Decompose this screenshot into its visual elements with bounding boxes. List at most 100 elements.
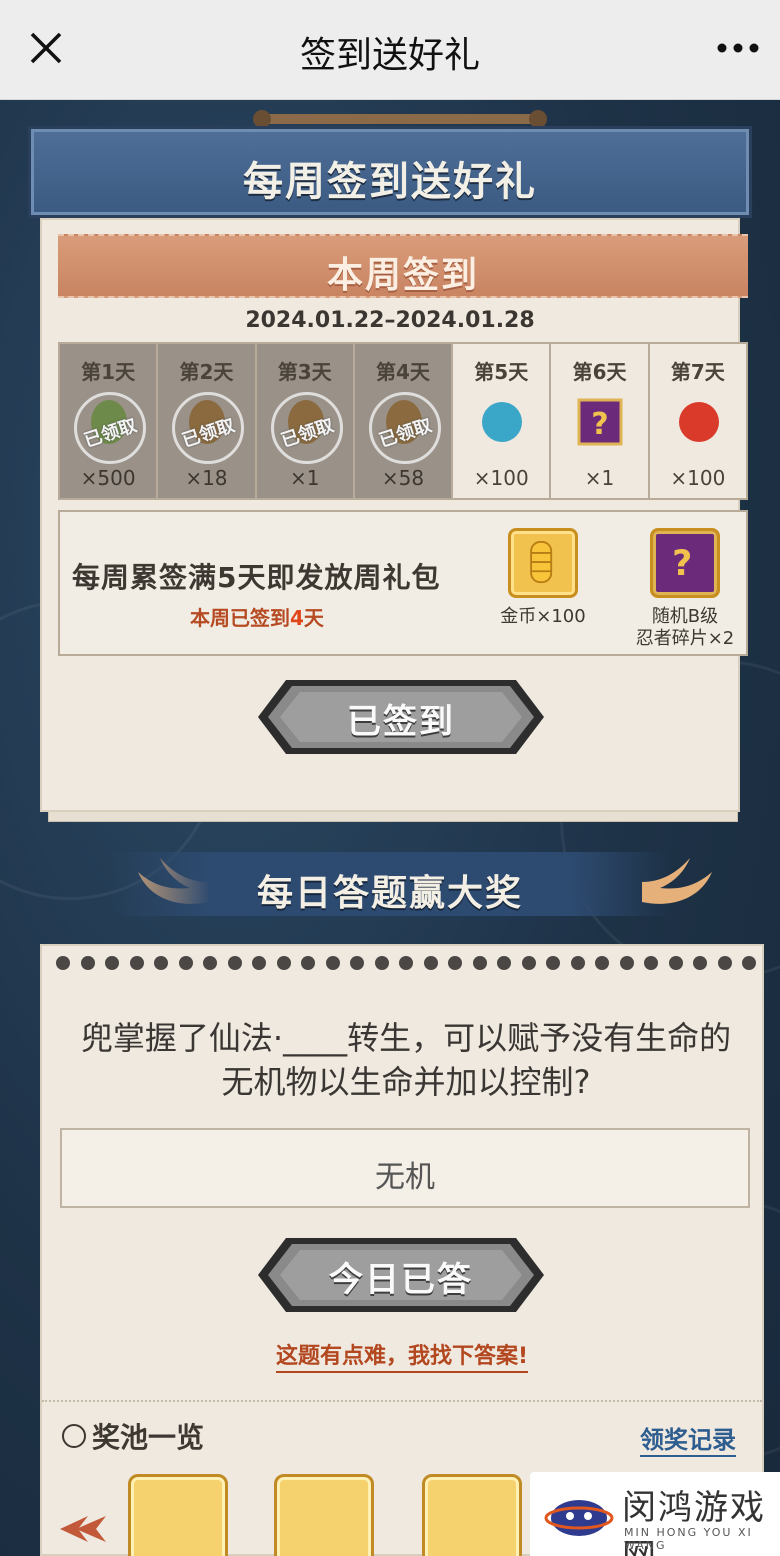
claimed-stamp: 已领取 (74, 392, 146, 464)
day-cell[interactable]: 第5天 ×100 (453, 344, 552, 498)
day-quantity: ×500 (80, 466, 136, 490)
answered-today-button[interactable]: 今日已答 (256, 1234, 546, 1316)
day-label: 第2天 (179, 360, 234, 384)
signed-in-button[interactable]: 已签到 (256, 676, 546, 758)
day-label: 第1天 (81, 360, 136, 384)
day-cell[interactable]: 第4天已领取 ×58 (354, 344, 454, 498)
day-quantity: ×100 (670, 466, 726, 490)
binder-hole (546, 956, 560, 970)
day-cell[interactable]: 第7天 ×100 (649, 344, 746, 498)
top-bar: 签到送好礼 (0, 0, 780, 100)
binder-hole (448, 956, 462, 970)
hint-link[interactable]: 这题有点难，我找下答案! (42, 1338, 762, 1373)
reward-ninja-shard[interactable]: ? 随机B级 忍者碎片×2 (630, 528, 740, 650)
pool-icon (62, 1424, 86, 1448)
weekly-card: 本周签到 2024.01.22–2024.01.28 第1天已领取 ×500 第2天… (40, 218, 748, 812)
answer-text: 无机 (375, 1160, 435, 1195)
binder-hole (423, 956, 438, 970)
day-label: 第5天 (474, 360, 529, 384)
red-gem-icon (678, 402, 719, 442)
binder-hole (252, 956, 266, 970)
arrow-left-icon[interactable] (58, 1514, 108, 1544)
progress-number: 4 (290, 606, 304, 630)
binder-hole (521, 956, 536, 970)
weekly-bonus-panel: 每周累签满5天即发放周礼包 本周已签到4天 金币×100 ? 随机B级 忍者碎片… (58, 510, 748, 656)
binder-hole (154, 956, 168, 970)
binder-hole (56, 956, 70, 970)
binder-hole (497, 956, 511, 970)
binder-hole (644, 956, 658, 970)
hint-text[interactable]: 这题有点难，我找下答案! (275, 1344, 529, 1373)
binder-hole (595, 956, 609, 970)
claimed-stamp-text: 已领取 (278, 415, 336, 452)
binder-holes (56, 952, 756, 974)
answered-today-label: 今日已答 (329, 1260, 473, 1300)
page-title: 签到送好礼 (299, 35, 480, 76)
bonus-progress: 本周已签到4天 (190, 602, 324, 631)
binder-hole (276, 956, 291, 970)
watermark-subtitle: MIN HONG YOU XI WANG (624, 1526, 753, 1552)
blue-orb-icon (482, 402, 523, 442)
claimed-stamp: 已领取 (270, 392, 343, 464)
binder-hole (693, 956, 707, 970)
reward-caption: 金币×100 (500, 606, 586, 627)
reward-caption-1: 随机B级 (651, 606, 719, 627)
svg-text:?: ? (672, 544, 692, 584)
binder-hole (619, 956, 634, 970)
claimed-stamp-text: 已领取 (376, 415, 435, 452)
binder-hole (178, 956, 193, 970)
claimed-stamp-text: 已领取 (81, 415, 140, 452)
mystery-box-icon: ? (650, 528, 720, 598)
prize-coin-pile[interactable] (274, 1474, 374, 1556)
quiz-question: 兜掌握了仙法·____转生，可以赋予没有生命的无机物以生命并加以控制? (80, 1019, 732, 1101)
site-watermark: 闵鸿游戏网 MIN HONG YOU XI WANG (530, 1472, 780, 1556)
bonus-text: 每周累签满5天即发放周礼包 (72, 561, 441, 594)
progress-suffix: 天 (303, 606, 324, 630)
quiz-card: 兜掌握了仙法·____转生，可以赋予没有生命的无机物以生命并加以控制? 无机 今… (40, 944, 764, 1556)
reward-caption-2: 忍者碎片×2 (635, 628, 735, 649)
binder-hole (105, 956, 119, 970)
day-quantity: ×100 (473, 466, 529, 490)
day-cell[interactable]: 第1天已领取 ×500 (60, 344, 159, 498)
prize-coin-stack[interactable] (422, 1474, 522, 1556)
binder-hole (350, 956, 364, 970)
day-grid: 第1天 已领取 ×500 第2天 已领取 ×18 第3天 已领取 ×1 第4天 已领取 ×58 第5天 ×… (58, 342, 748, 500)
binder-hole (374, 956, 389, 970)
binder-hole (742, 956, 756, 970)
prize-pool-heading: 奖池一览 (62, 1416, 204, 1456)
reward-gold-coin[interactable]: 金币×100 (488, 528, 598, 628)
claimed-stamp: 已领取 (172, 392, 245, 464)
binder-hole (129, 956, 144, 970)
mystery-box-icon: ? (577, 398, 623, 446)
gold-coin-icon (508, 528, 578, 598)
binder-hole (399, 956, 413, 970)
day-quantity: ×58 (381, 466, 425, 490)
binder-hole (80, 956, 95, 970)
day-cell[interactable]: 第6天? ×1 (551, 344, 650, 498)
weekly-banner: 每周签到送好礼 (28, 126, 752, 218)
quiz-banner-title: 每日答题赢大奖 (256, 873, 523, 914)
date-range: 2024.01.22–2024.01.28 (245, 308, 535, 333)
signed-in-label: 已签到 (347, 702, 455, 742)
binder-hole (227, 956, 242, 970)
binder-hole (717, 956, 732, 970)
day-cell[interactable]: 第3天 已领取 ×1 (256, 344, 355, 498)
binder-hole (301, 956, 315, 970)
binder-hole (203, 956, 217, 970)
claimed-stamp-text: 已领取 (179, 415, 238, 452)
weekly-ribbon: 本周签到 (58, 234, 748, 298)
claim-records-link[interactable]: 领奖记录 (640, 1420, 736, 1457)
binder-hole (325, 956, 340, 970)
day-label: 第4天 (376, 360, 430, 384)
binder-hole (472, 956, 487, 970)
day-quantity: ×1 (289, 466, 320, 490)
day-label: 第7天 (670, 360, 725, 384)
prize-coin-basket[interactable] (128, 1474, 228, 1556)
day-quantity: ×1 (584, 466, 615, 490)
binder-hole (570, 956, 585, 970)
day-cell[interactable]: 第2天 已领取 ×18 (158, 344, 257, 498)
pool-title-text: 奖池一览 (92, 1421, 205, 1454)
more-icon[interactable] (714, 30, 762, 66)
progress-prefix: 本周已签到 (190, 606, 290, 630)
weekly-banner-title: 每周签到送好礼 (243, 159, 537, 205)
